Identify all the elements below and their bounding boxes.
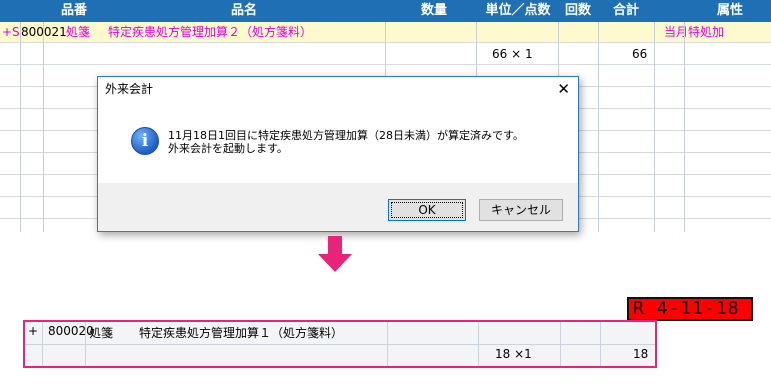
col-code-header[interactable]: 品番 [45, 0, 103, 22]
grid-line [600, 322, 601, 366]
col-attr-header[interactable]: 属性 [700, 0, 760, 22]
grid-line [598, 22, 599, 232]
row-kind: 処箋 [89, 326, 114, 340]
row-total: 18 [633, 347, 649, 361]
grid-line [654, 22, 655, 232]
date-badge: R 4-11-18 [627, 297, 753, 321]
grid-line [42, 322, 43, 366]
col-count-header[interactable]: 回数 [558, 0, 598, 22]
grid-header: 品番 品名 数量 単位／点数 回数 合計 属性 [0, 0, 771, 22]
dialog-message: 11月18日1回目に特定疾患処方管理加算（28日未満）が算定済みです。 外来会計… [168, 129, 524, 155]
dialog-body: i 11月18日1回目に特定疾患処方管理加算（28日未満）が算定済みです。 外来… [98, 101, 578, 183]
row-total: 66 [632, 47, 648, 61]
row-attr: 当月特処加 [664, 25, 725, 39]
dialog-message-line: 11月18日1回目に特定疾患処方管理加算（28日未満）が算定済みです。 [168, 129, 524, 142]
grid-line [478, 322, 479, 366]
row-flag: + [28, 324, 39, 338]
row-item-name: 特定疾患処方管理加算２（処方箋料） [108, 25, 313, 39]
row-flag: +S [2, 25, 20, 39]
arrow-head [318, 254, 352, 272]
outpatient-billing-dialog: 外来会計 ✕ i 11月18日1回目に特定疾患処方管理加算（28日未満）が算定済… [97, 76, 579, 232]
grid-line [560, 322, 561, 366]
row-code: 800020 [48, 324, 94, 338]
col-name-header[interactable]: 品名 [103, 0, 385, 22]
info-icon: i [131, 127, 159, 155]
row-points: 18 ×1 [495, 347, 532, 361]
cancel-button[interactable]: キャンセル [479, 199, 563, 221]
grid-line [85, 322, 86, 366]
row-item-name: 特定疾患処方管理加算１（処方箋料） [139, 326, 344, 340]
ok-button[interactable]: OK [388, 199, 466, 221]
grid-line [684, 22, 685, 232]
grid-line [20, 22, 21, 232]
row-kind: 処箋 [66, 25, 91, 39]
row-points: 66 × 1 [492, 47, 533, 61]
grid-line [43, 22, 44, 232]
col-total-header[interactable]: 合計 [600, 0, 652, 22]
close-icon[interactable]: ✕ [557, 77, 570, 101]
result-grid: + 800020 処箋 特定疾患処方管理加算１（処方箋料） 18 ×1 18 [23, 320, 657, 368]
col-unit-header[interactable]: 単位／点数 [478, 0, 558, 22]
col-qty-header[interactable]: 数量 [408, 0, 460, 22]
dialog-footer: OK キャンセル [98, 183, 578, 231]
dialog-title: 外来会計 [105, 82, 154, 96]
grid-line [387, 322, 388, 366]
dialog-message-line: 外来会計を起動します。 [168, 142, 288, 155]
arrow-stem [328, 236, 342, 254]
dialog-title-bar[interactable]: 外来会計 ✕ [98, 77, 578, 101]
